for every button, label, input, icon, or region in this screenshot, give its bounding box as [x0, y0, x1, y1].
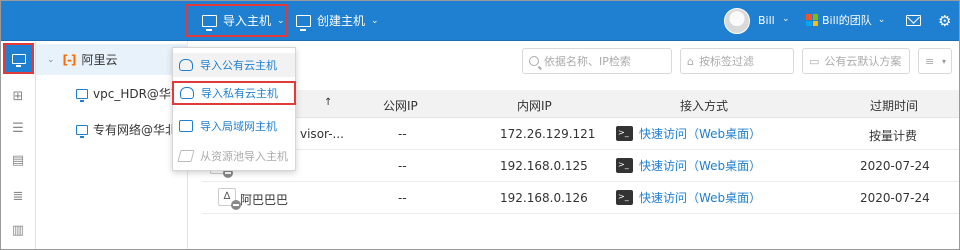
quick-access-label: 快速访问（Web桌面）	[639, 191, 762, 205]
team-logo-icon	[806, 14, 818, 26]
tree-root-label: 阿里云	[81, 53, 118, 67]
terminal-icon: >_	[616, 158, 633, 173]
rail-item-server[interactable]: ▤	[0, 145, 36, 175]
menu-item-label: 导入私有云主机	[201, 87, 278, 100]
private-ip: 172.26.129.121	[500, 127, 596, 141]
terminal-icon: >_	[616, 190, 633, 205]
layers-icon	[177, 150, 195, 162]
avatar[interactable]	[724, 8, 750, 34]
tree-node-vpc-north[interactable]: 专有网络@华北	[76, 121, 177, 138]
private-ip: 192.168.0.126	[500, 191, 588, 205]
scheme-select[interactable]: ▭ 公有云默认方案	[802, 48, 910, 74]
search-input[interactable]: 依据名称、IP检索	[522, 48, 672, 74]
monitor-icon	[11, 53, 26, 67]
tag-filter-placeholder: 按标签过滤	[698, 55, 754, 68]
lan-monitor-icon	[179, 120, 193, 132]
caret-down-icon: ▾	[941, 56, 946, 66]
tag-icon: ⌂	[687, 54, 694, 68]
chevron-down-icon[interactable]: ⌄	[47, 55, 55, 65]
rail-item-clipboard[interactable]: ▥	[0, 215, 36, 245]
table-row[interactable]: ⊞ -- 192.168.0.125 >_ 快速访问（Web桌面） 2020-0…	[202, 151, 960, 182]
team-switcher[interactable]: Bill的团队 ⌄	[806, 12, 885, 28]
monitor-plus-icon	[296, 14, 311, 31]
menu-item-import-public[interactable]: 导入公有云主机	[173, 53, 295, 77]
quick-access-link[interactable]: >_ 快速访问（Web桌面）	[616, 125, 761, 142]
rail-item-topology[interactable]: ⊞	[0, 81, 36, 111]
monitor-icon	[76, 124, 88, 138]
chevron-down-icon: ⌄	[877, 15, 886, 25]
quick-access-label: 快速访问（Web桌面）	[639, 159, 762, 173]
expire-time: 2020-07-24	[860, 191, 930, 205]
search-placeholder: 依据名称、IP检索	[544, 55, 631, 68]
sort-icon[interactable]: ↑	[324, 97, 332, 108]
view-options-select[interactable]: ≡ ▾	[918, 48, 952, 74]
table-icon: ▭	[809, 54, 820, 68]
rail-item-hosts[interactable]	[3, 43, 34, 74]
settings-icon[interactable]: ⚙	[938, 12, 951, 30]
terminal-icon: >_	[616, 126, 633, 141]
menu-item-import-private[interactable]: 导入私有云主机	[172, 81, 296, 105]
topology-icon: ⊞	[12, 88, 24, 104]
private-cloud-icon	[180, 87, 194, 99]
create-host-button[interactable]: 创建主机 ⌄	[292, 4, 382, 37]
list-icon: ≡	[925, 54, 935, 68]
scheme-value: 公有云默认方案	[824, 55, 902, 68]
public-ip: --	[398, 159, 407, 173]
table-row[interactable]: visor-... -- 172.26.129.121 >_ 快速访问（Web桌…	[202, 119, 960, 150]
header-access: 接入方式	[680, 99, 729, 113]
table-header: ↑ 公网IP 内网IP 接入方式 过期时间	[202, 90, 960, 118]
table-row[interactable]: ∆ 阿巴巴巴 -- 192.168.0.126 >_ 快速访问（Web桌面） 2…	[202, 183, 960, 214]
rail-item-list[interactable]: ≣	[0, 181, 36, 211]
tree-root-aliyun[interactable]: ⌄ [-] 阿里云	[36, 44, 188, 75]
quick-access-link[interactable]: >_ 快速访问（Web桌面）	[616, 157, 761, 174]
expire-time: 2020-07-24	[860, 159, 930, 173]
import-host-menu: 导入公有云主机 导入私有云主机 导入局域网主机 从资源池导入主机	[172, 47, 296, 171]
monitor-icon	[76, 88, 88, 102]
chevron-down-icon[interactable]: ⌄	[782, 14, 790, 24]
import-host-button[interactable]: 导入主机 ⌄	[186, 4, 287, 37]
linux-host-icon: ∆	[218, 188, 241, 210]
top-navigation-bar: 导入主机 ⌄ 创建主机 ⌄ Bill ⌄ Bill的团队 ⌄ ⚙	[0, 0, 960, 41]
private-ip: 192.168.0.125	[500, 159, 588, 173]
header-public-ip: 公网IP	[383, 99, 418, 113]
search-icon	[529, 56, 539, 66]
left-icon-rail: ⊞ ☰ ▤ ≣ ▥	[0, 41, 36, 250]
quick-access-link[interactable]: >_ 快速访问（Web桌面）	[616, 189, 761, 206]
tree-node-vpc-hdr[interactable]: vpc_HDR@华南	[76, 85, 183, 102]
cloud-icon	[179, 59, 193, 71]
aliyun-logo-icon: [-]	[62, 52, 77, 67]
database-icon: ☰	[12, 120, 24, 136]
chevron-down-icon: ⌄	[277, 15, 285, 26]
expire-time: 按量计费	[869, 129, 918, 143]
create-host-label: 创建主机	[317, 14, 366, 28]
monitor-icon	[202, 14, 217, 31]
chevron-down-icon: ⌄	[371, 15, 379, 26]
tag-filter-input[interactable]: ⌂ 按标签过滤	[680, 48, 794, 74]
quick-access-label: 快速访问（Web桌面）	[639, 127, 762, 141]
host-name[interactable]: visor-...	[300, 127, 344, 141]
menu-item-label: 从资源池导入主机	[200, 150, 288, 163]
public-ip: --	[398, 127, 407, 141]
menu-item-import-pool: 从资源池导入主机	[173, 144, 295, 168]
mail-icon[interactable]	[906, 15, 921, 26]
tree-node-label: 专有网络@华北	[93, 123, 178, 137]
header-expire: 过期时间	[870, 99, 919, 113]
host-name[interactable]: 阿巴巴巴	[240, 191, 288, 208]
import-host-label: 导入主机	[223, 14, 272, 28]
header-private-ip: 内网IP	[517, 99, 552, 113]
tree-node-label: vpc_HDR@华南	[93, 87, 183, 101]
team-label: Bill的团队	[822, 14, 872, 27]
main-content: 依据名称、IP检索 ⌂ 按标签过滤 ▭ 公有云默认方案 ≡ ▾ ↑ 公网IP 内…	[188, 41, 960, 250]
rail-item-database[interactable]: ☰	[0, 113, 36, 143]
clipboard-icon: ▥	[11, 222, 25, 238]
user-name[interactable]: Bill	[758, 14, 775, 27]
menu-item-label: 导入局域网主机	[200, 120, 277, 133]
resource-tree: ⌄ [-] 阿里云 vpc_HDR@华南 专有网络@华北	[36, 41, 188, 250]
server-icon: ▤	[11, 152, 25, 168]
public-ip: --	[398, 191, 407, 205]
menu-item-import-lan[interactable]: 导入局域网主机	[173, 114, 295, 138]
menu-item-label: 导入公有云主机	[200, 59, 277, 72]
list-icon: ≣	[12, 188, 24, 204]
